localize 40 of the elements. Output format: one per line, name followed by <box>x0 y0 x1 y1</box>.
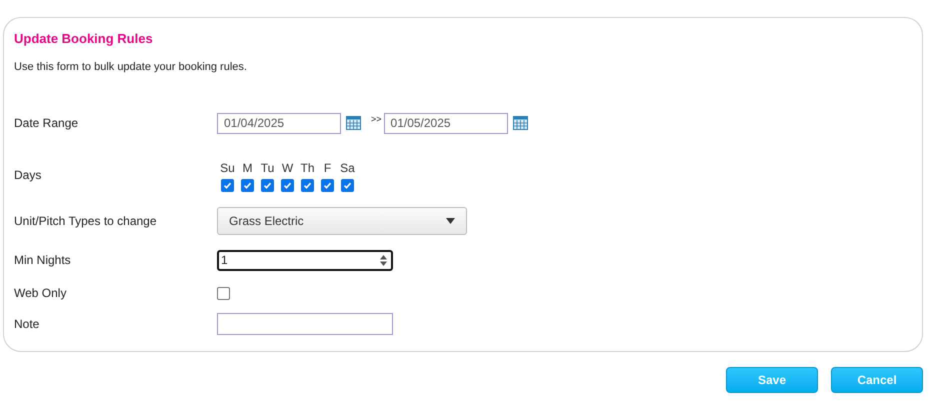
min-nights-field[interactable]: 1 <box>217 250 393 270</box>
field-label: Date Range <box>14 115 80 132</box>
check-icon <box>223 180 232 190</box>
checkbox[interactable] <box>241 178 254 192</box>
field-label: Min Nights <box>14 252 72 269</box>
dropdown-arrow-icon <box>446 218 455 224</box>
day-label: Sa <box>340 160 355 176</box>
day-label: Th <box>300 160 314 176</box>
note-field[interactable] <box>217 313 393 335</box>
check-icon <box>243 180 252 190</box>
check-icon <box>323 180 332 190</box>
date-field[interactable]: 01/04/2025 <box>217 112 341 134</box>
checkbox[interactable] <box>281 178 294 192</box>
checkbox[interactable] <box>221 178 234 192</box>
check-icon <box>263 180 272 190</box>
checkbox[interactable] <box>341 178 354 192</box>
day-label: W <box>282 160 294 176</box>
check-icon <box>343 180 352 190</box>
checkbox[interactable] <box>321 178 334 192</box>
check-icon <box>283 180 292 190</box>
checkbox[interactable] <box>261 178 274 192</box>
day-label: M <box>242 160 252 176</box>
range-separator: >> <box>371 113 382 126</box>
date-field[interactable]: 01/05/2025 <box>384 112 508 134</box>
checkbox[interactable] <box>301 178 314 192</box>
field-label: Web Only <box>14 285 68 302</box>
field-label: Days <box>14 167 42 184</box>
field-label: Unit/Pitch Types to change <box>14 213 158 230</box>
unit-type-select[interactable]: Grass Electric <box>217 207 467 235</box>
spinner-icon[interactable] <box>380 254 387 266</box>
checkbox[interactable] <box>217 286 230 300</box>
day-label: F <box>324 160 332 176</box>
field-label: Note <box>14 316 40 333</box>
calendar-icon[interactable] <box>346 116 361 130</box>
form-description: Use this form to bulk update your booking rules. <box>14 60 248 74</box>
day-label: Su <box>220 160 235 176</box>
calendar-icon[interactable] <box>512 116 528 130</box>
form-title: Update Booking Rules <box>14 30 154 48</box>
day-label: Tu <box>260 160 274 176</box>
check-icon <box>303 180 312 190</box>
